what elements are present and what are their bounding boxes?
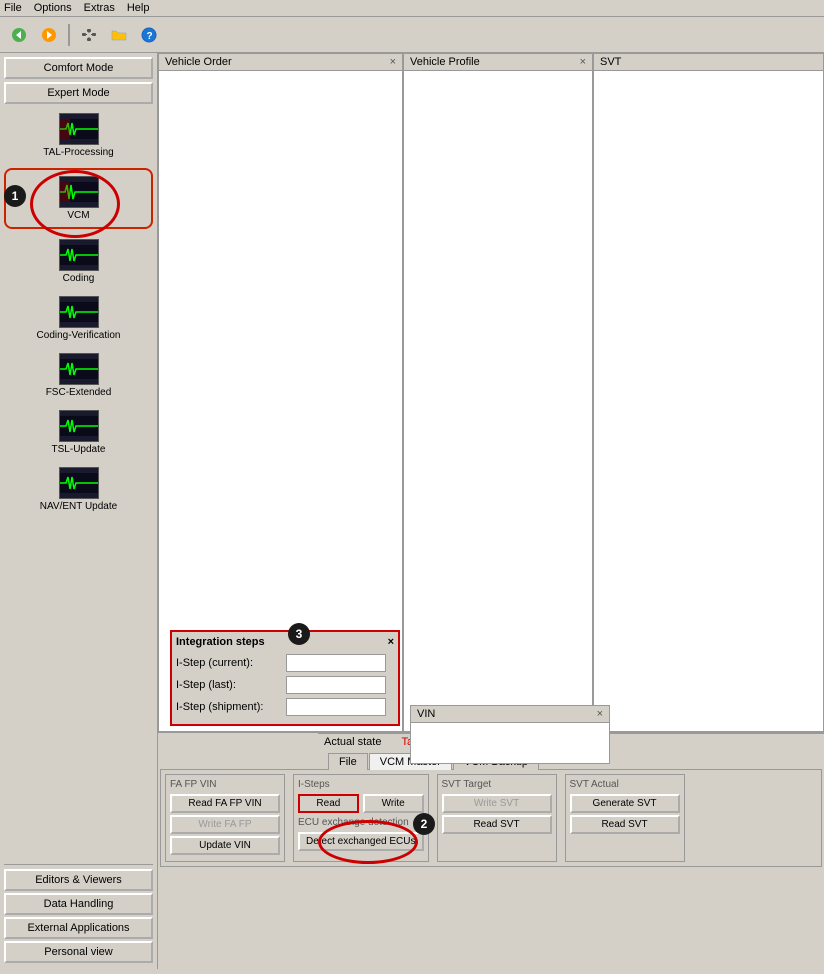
sidebar-item-coding[interactable]: Coding bbox=[4, 237, 153, 286]
sidebar: Comfort Mode Expert Mode TAL-Processing bbox=[0, 53, 158, 969]
nav-ent-update-label: NAV/ENT Update bbox=[40, 501, 117, 512]
write-fa-fp-button[interactable]: Write FA FP bbox=[170, 815, 280, 834]
menu-file[interactable]: File bbox=[4, 2, 22, 14]
svt-panel: SVT bbox=[593, 53, 824, 732]
menu-help[interactable]: Help bbox=[127, 2, 150, 14]
integration-steps-box: Integration steps × I-Step (current): I-… bbox=[170, 630, 400, 726]
svt-body bbox=[594, 71, 823, 731]
tsl-update-label: TSL-Update bbox=[52, 444, 106, 455]
svt-actual-title: SVT Actual bbox=[570, 779, 680, 790]
menu-options[interactable]: Options bbox=[34, 2, 72, 14]
tab-file[interactable]: File bbox=[328, 753, 368, 770]
vin-panel-title: VIN bbox=[417, 708, 435, 720]
sidebar-item-fsc-extended[interactable]: FSC-Extended bbox=[4, 351, 153, 400]
svt-target-section: SVT Target Write SVT Read SVT bbox=[437, 774, 557, 862]
network-button[interactable] bbox=[76, 22, 102, 48]
sidebar-item-vcm[interactable]: VCM bbox=[4, 168, 153, 229]
status-actual: Actual state bbox=[324, 736, 381, 748]
vehicle-profile-panel: Vehicle Profile × bbox=[403, 53, 593, 732]
vin-panel-close[interactable]: × bbox=[597, 708, 603, 720]
istep-last-input[interactable] bbox=[286, 676, 386, 694]
generate-svt-button[interactable]: Generate SVT bbox=[570, 794, 680, 813]
vehicle-order-close[interactable]: × bbox=[390, 56, 396, 68]
read-svt-actual-button[interactable]: Read SVT bbox=[570, 815, 680, 834]
sidebar-item-nav-ent-update[interactable]: NAV/ENT Update bbox=[4, 465, 153, 514]
editors-viewers-button[interactable]: Editors & Viewers bbox=[4, 869, 153, 891]
read-fa-fp-vin-button[interactable]: Read FA FP VIN bbox=[170, 794, 280, 813]
fsc-extended-label: FSC-Extended bbox=[46, 387, 112, 398]
svt-title: SVT bbox=[600, 56, 621, 68]
sidebar-item-tsl-update[interactable]: TSL-Update bbox=[4, 408, 153, 457]
tal-processing-label: TAL-Processing bbox=[43, 147, 113, 158]
integration-steps-title: Integration steps bbox=[176, 636, 265, 648]
ecu-exchange-title: ECU exchange detection bbox=[298, 817, 424, 828]
istep-current-label: I-Step (current): bbox=[176, 657, 286, 669]
detect-exchanged-ecus-button[interactable]: Detect exchanged ECUs bbox=[298, 832, 424, 851]
nav-ent-update-icon bbox=[59, 467, 99, 499]
sidebar-bottom: Editors & Viewers Data Handling External… bbox=[4, 864, 153, 965]
tab-content-vcm-master: FA FP VIN Read FA FP VIN Write FA FP Upd… bbox=[160, 769, 822, 867]
fsc-extended-icon bbox=[59, 353, 99, 385]
vehicle-profile-close[interactable]: × bbox=[580, 56, 586, 68]
personal-view-button[interactable]: Personal view bbox=[4, 941, 153, 963]
back-button[interactable] bbox=[6, 22, 32, 48]
forward-button[interactable] bbox=[36, 22, 62, 48]
toolbar: ? bbox=[0, 17, 824, 53]
vcm-label: VCM bbox=[67, 210, 89, 221]
external-applications-button[interactable]: External Applications bbox=[4, 917, 153, 939]
svt-actual-section: SVT Actual Generate SVT Read SVT bbox=[565, 774, 685, 862]
istep-shipment-row: I-Step (shipment): bbox=[176, 698, 394, 716]
folder-button[interactable] bbox=[106, 22, 132, 48]
i-steps-title: I-Steps bbox=[298, 779, 424, 790]
fa-fp-vin-section: FA FP VIN Read FA FP VIN Write FA FP Upd… bbox=[165, 774, 285, 862]
read-svt-target-button[interactable]: Read SVT bbox=[442, 815, 552, 834]
vin-panel-titlebar: VIN × bbox=[411, 706, 609, 723]
coding-verification-label: Coding-Verification bbox=[37, 330, 121, 341]
istep-last-row: I-Step (last): bbox=[176, 676, 394, 694]
sidebar-item-tal-processing[interactable]: TAL-Processing bbox=[4, 111, 153, 160]
read-write-row: Read Write bbox=[298, 794, 424, 815]
menu-extras[interactable]: Extras bbox=[84, 2, 115, 14]
istep-current-row: I-Step (current): bbox=[176, 654, 394, 672]
coding-verification-icon bbox=[59, 296, 99, 328]
read-button[interactable]: Read bbox=[298, 794, 359, 813]
vehicle-profile-body bbox=[404, 71, 592, 731]
write-svt-target-button[interactable]: Write SVT bbox=[442, 794, 552, 813]
svt-target-title: SVT Target bbox=[442, 779, 552, 790]
expert-mode-button[interactable]: Expert Mode bbox=[4, 82, 153, 104]
vin-panel: VIN × bbox=[410, 705, 610, 764]
help-button[interactable]: ? bbox=[136, 22, 162, 48]
fa-fp-vin-title: FA FP VIN bbox=[170, 779, 280, 790]
svg-text:?: ? bbox=[147, 31, 153, 42]
toolbar-separator bbox=[68, 24, 70, 46]
main-container: Comfort Mode Expert Mode TAL-Processing bbox=[0, 53, 824, 969]
vehicle-order-title: Vehicle Order bbox=[165, 56, 232, 68]
write-button[interactable]: Write bbox=[363, 794, 424, 813]
menubar: File Options Extras Help bbox=[0, 0, 824, 17]
coding-icon bbox=[59, 239, 99, 271]
integration-steps-close[interactable]: × bbox=[388, 636, 394, 648]
sidebar-item-coding-verification[interactable]: Coding-Verification bbox=[4, 294, 153, 343]
tsl-update-icon bbox=[59, 410, 99, 442]
tal-processing-icon bbox=[59, 113, 99, 145]
vin-panel-body bbox=[411, 723, 609, 763]
istep-current-input[interactable] bbox=[286, 654, 386, 672]
coding-label: Coding bbox=[63, 273, 95, 284]
data-handling-button[interactable]: Data Handling bbox=[4, 893, 153, 915]
update-vin-button[interactable]: Update VIN bbox=[170, 836, 280, 855]
integration-steps-titlebar: Integration steps × bbox=[176, 636, 394, 648]
i-steps-section: I-Steps Read Write ECU exchange detectio… bbox=[293, 774, 429, 862]
istep-last-label: I-Step (last): bbox=[176, 679, 286, 691]
content-area: Vehicle Order × Vehicle Profile × SVT bbox=[158, 53, 824, 969]
svt-titlebar: SVT bbox=[594, 54, 823, 71]
vehicle-order-titlebar: Vehicle Order × bbox=[159, 54, 402, 71]
istep-shipment-label: I-Step (shipment): bbox=[176, 701, 286, 713]
vehicle-profile-title: Vehicle Profile bbox=[410, 56, 480, 68]
comfort-mode-button[interactable]: Comfort Mode bbox=[4, 57, 153, 79]
istep-shipment-input[interactable] bbox=[286, 698, 386, 716]
vcm-icon bbox=[59, 176, 99, 208]
vehicle-profile-titlebar: Vehicle Profile × bbox=[404, 54, 592, 71]
